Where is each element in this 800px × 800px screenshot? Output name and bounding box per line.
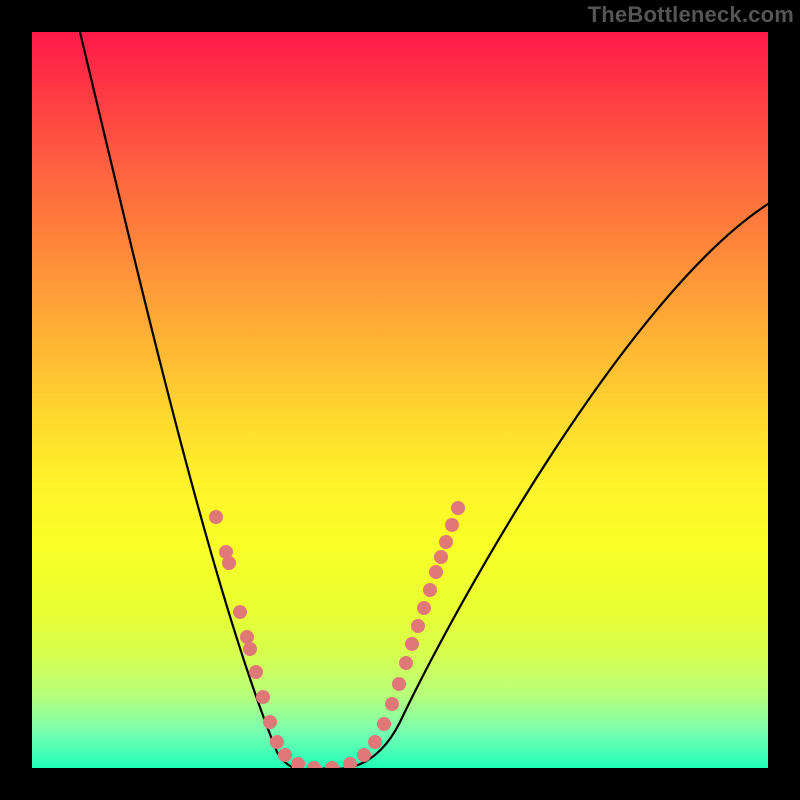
- curve-group: [80, 32, 768, 768]
- data-marker: [233, 605, 247, 619]
- data-marker: [445, 518, 459, 532]
- marker-group: [209, 501, 465, 768]
- data-marker: [249, 665, 263, 679]
- data-marker: [377, 717, 391, 731]
- data-marker: [417, 601, 431, 615]
- data-marker: [368, 735, 382, 749]
- data-marker: [291, 757, 305, 768]
- data-marker: [399, 656, 413, 670]
- data-marker: [451, 501, 465, 515]
- curve-left-curve: [80, 32, 327, 768]
- data-marker: [392, 677, 406, 691]
- data-marker: [385, 697, 399, 711]
- plot-area: [32, 32, 768, 768]
- data-marker: [307, 761, 321, 768]
- data-marker: [429, 565, 443, 579]
- data-marker: [343, 757, 357, 768]
- data-marker: [209, 510, 223, 524]
- data-marker: [222, 556, 236, 570]
- data-marker: [423, 583, 437, 597]
- chart-svg: [32, 32, 768, 768]
- chart-frame: TheBottleneck.com: [0, 0, 800, 800]
- data-marker: [439, 535, 453, 549]
- data-marker: [405, 637, 419, 651]
- data-marker: [411, 619, 425, 633]
- data-marker: [243, 642, 257, 656]
- data-marker: [278, 748, 292, 762]
- data-marker: [325, 761, 339, 768]
- watermark-text: TheBottleneck.com: [588, 2, 794, 28]
- data-marker: [357, 748, 371, 762]
- data-marker: [270, 735, 284, 749]
- data-marker: [256, 690, 270, 704]
- data-marker: [263, 715, 277, 729]
- data-marker: [240, 630, 254, 644]
- data-marker: [434, 550, 448, 564]
